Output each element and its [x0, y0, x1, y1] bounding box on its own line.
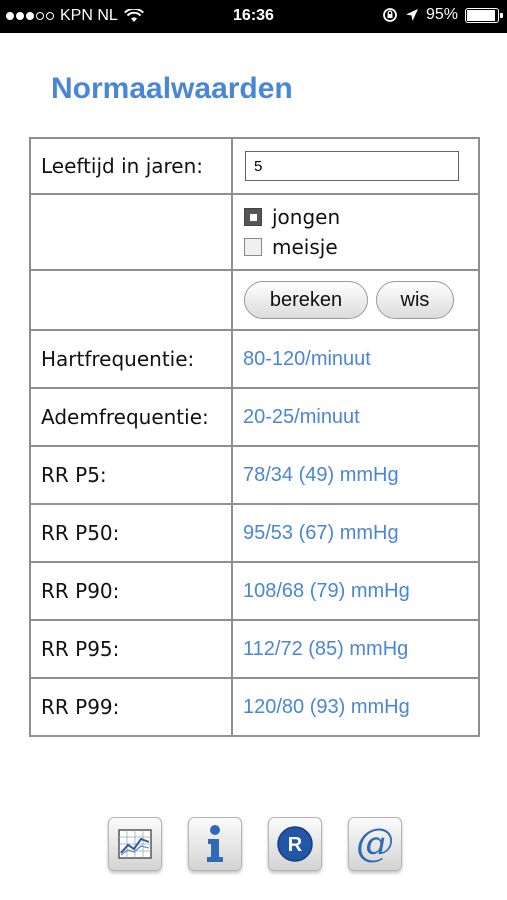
svg-text:@: @ [356, 824, 394, 864]
registered-icon: R [277, 826, 313, 862]
result-row: RR P99: 120/80 (93) mmHg [29, 677, 480, 737]
result-row: Hartfrequentie: 80-120/minuut [29, 329, 480, 389]
at-sign-icon: @ [356, 824, 394, 864]
result-value: 20-25/minuut [231, 387, 480, 447]
status-bar: KPN NL 16:36 95% [0, 0, 507, 33]
result-value: 112/72 (85) mmHg [231, 619, 480, 679]
chart-icon [118, 829, 152, 859]
registered-button[interactable]: R [268, 817, 322, 871]
battery-icon [465, 7, 503, 23]
age-input-cell [231, 137, 480, 195]
result-label: RR P95: [29, 619, 233, 679]
result-value: 95/53 (67) mmHg [231, 503, 480, 563]
result-row: RR P50: 95/53 (67) mmHg [29, 503, 480, 563]
result-label: RR P50: [29, 503, 233, 563]
battery-percent: 95% [425, 6, 458, 23]
email-button[interactable]: @ [348, 817, 402, 871]
gender-option-meisje[interactable]: meisje [244, 232, 478, 262]
rotation-lock-icon [383, 8, 397, 22]
result-label: RR P5: [29, 445, 233, 505]
result-row: Ademfrequentie: 20-25/minuut [29, 387, 480, 447]
info-button[interactable] [188, 817, 242, 871]
status-right: 95% [382, 6, 503, 24]
result-label: Hartfrequentie: [29, 329, 233, 389]
age-input[interactable] [245, 151, 459, 181]
result-row: RR P90: 108/68 (79) mmHg [29, 561, 480, 621]
info-icon [207, 825, 223, 862]
age-label: Leeftijd in jaren: [29, 137, 233, 195]
actions-label-cell [29, 269, 233, 331]
gender-options-cell: jongen meisje [231, 193, 480, 271]
actions-cell: bereken wis [231, 269, 480, 331]
radio-unchecked-icon[interactable] [244, 238, 262, 256]
result-row: RR P5: 78/34 (49) mmHg [29, 445, 480, 505]
gender-option-label: meisje [272, 235, 338, 259]
radio-checked-icon[interactable] [244, 208, 262, 226]
gender-option-label: jongen [272, 205, 341, 229]
result-value: 108/68 (79) mmHg [231, 561, 480, 621]
normal-values-table: Leeftijd in jaren: jongen meisje bereken… [29, 137, 480, 737]
age-row: Leeftijd in jaren: [29, 137, 480, 195]
clear-button[interactable]: wis [376, 281, 454, 319]
result-row: RR P95: 112/72 (85) mmHg [29, 619, 480, 679]
result-label: Ademfrequentie: [29, 387, 233, 447]
page-title: Normaalwaarden [51, 72, 293, 105]
gender-row: jongen meisje [29, 193, 480, 271]
result-label: RR P99: [29, 677, 233, 737]
result-value: 78/34 (49) mmHg [231, 445, 480, 505]
actions-row: bereken wis [29, 269, 480, 331]
bottom-toolbar: R @ [108, 817, 402, 871]
result-value: 80-120/minuut [231, 329, 480, 389]
location-arrow-icon [405, 9, 418, 21]
gender-label-cell [29, 193, 233, 271]
result-value: 120/80 (93) mmHg [231, 677, 480, 737]
chart-button[interactable] [108, 817, 162, 871]
battery-fill [467, 9, 496, 21]
result-label: RR P90: [29, 561, 233, 621]
svg-text:R: R [288, 834, 303, 856]
gender-option-jongen[interactable]: jongen [244, 202, 478, 232]
calculate-button[interactable]: bereken [244, 281, 368, 319]
